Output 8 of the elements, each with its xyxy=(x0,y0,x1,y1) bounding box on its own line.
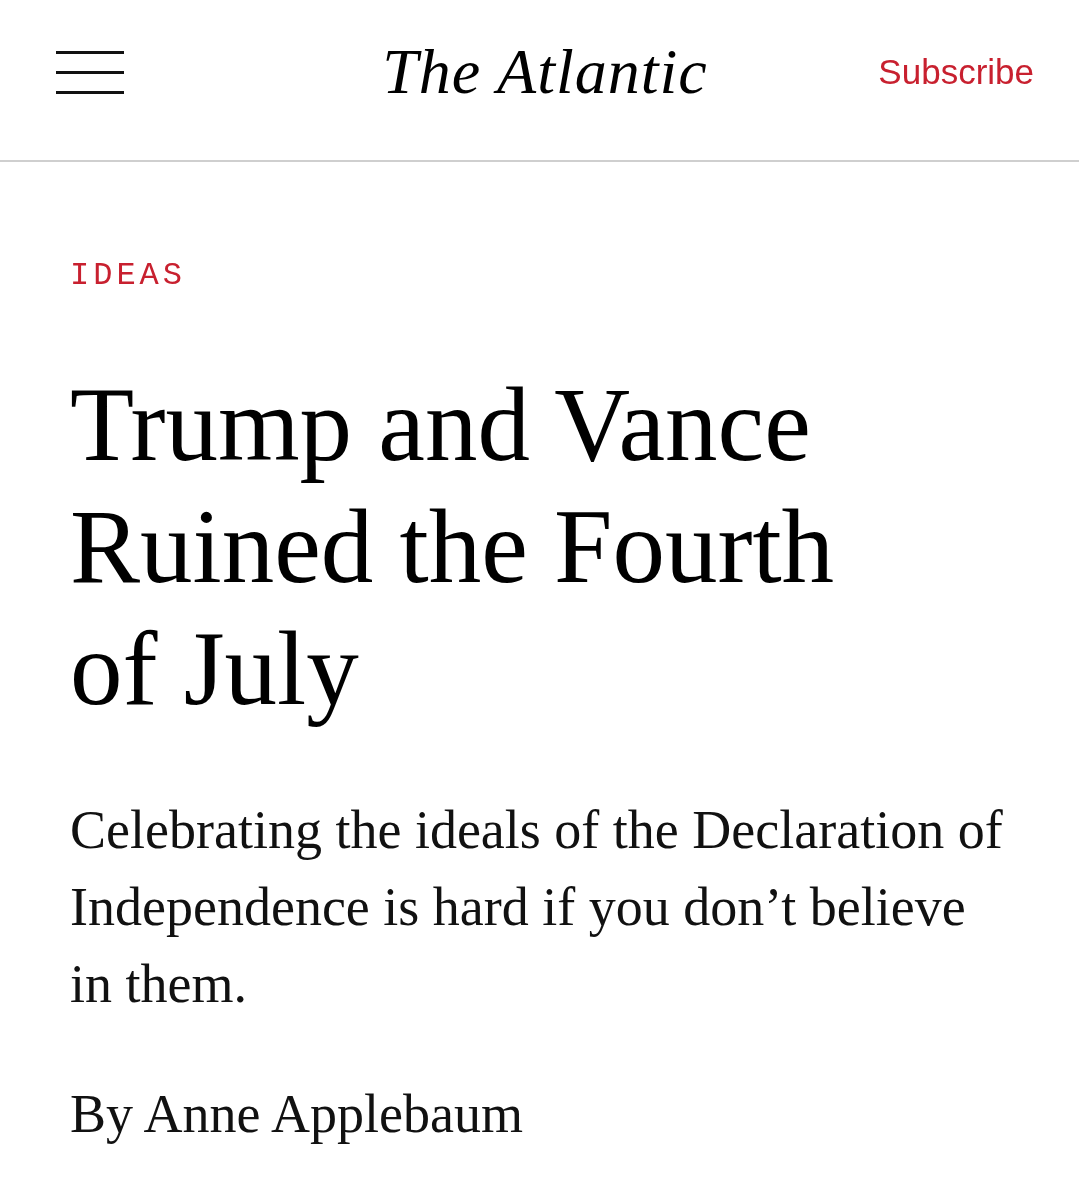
menu-icon xyxy=(56,50,124,94)
subscribe-link[interactable]: Subscribe xyxy=(878,51,1034,93)
section-label[interactable]: IDEAS xyxy=(70,256,186,296)
article-headline: Trump and Vance Ruined the Fourth of July xyxy=(70,365,836,729)
menu-button[interactable] xyxy=(56,50,124,94)
site-logo[interactable]: The Atlantic xyxy=(382,36,708,108)
article-subheadline: Celebrating the ideals of the Declaration of Independence is hard if you don’t believe in them. xyxy=(70,799,1004,1016)
byline: By Anne Applebaum xyxy=(70,1083,523,1146)
